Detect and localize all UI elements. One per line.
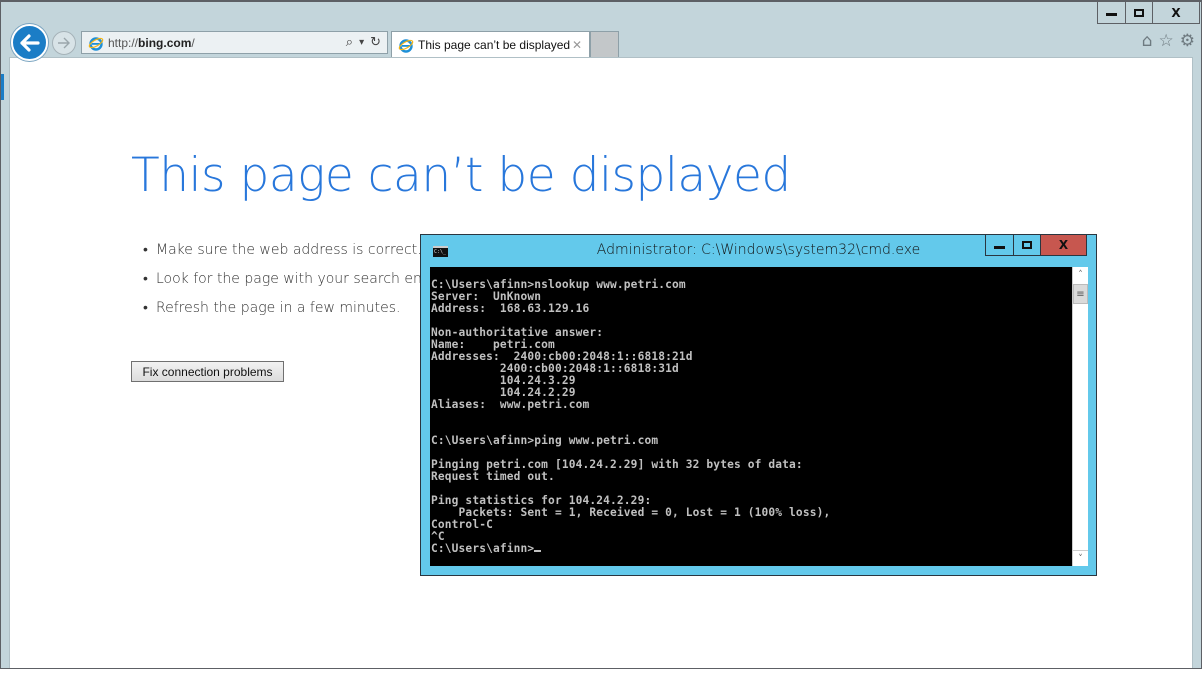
cmd-window-controls: X	[985, 235, 1087, 256]
cmd-console[interactable]: C:\Users\afinn>nslookup www.petri.com Se…	[430, 267, 1072, 566]
back-arrow-icon	[19, 33, 40, 52]
forward-button[interactable]	[52, 31, 76, 55]
minimize-icon	[1106, 13, 1117, 16]
tab-title: This page can’t be displayed	[418, 37, 571, 52]
new-tab-button[interactable]	[590, 31, 619, 57]
home-icon[interactable]: ⌂	[1142, 32, 1153, 50]
fix-connection-button[interactable]: Fix connection problems	[131, 361, 284, 382]
scroll-up-icon[interactable]: ˄	[1073, 267, 1088, 283]
scroll-thumb[interactable]: ≡	[1073, 284, 1088, 304]
address-bar[interactable]: http://bing.com/ ⌕ ▾ ↻	[81, 31, 388, 54]
address-path: /	[191, 35, 195, 50]
tab-close-icon[interactable]: ✕	[572, 38, 582, 52]
cmd-titlebar[interactable]: C:\_ Administrator: C:\Windows\system32\…	[421, 235, 1096, 267]
scroll-down-icon[interactable]: ˅	[1073, 550, 1088, 566]
tip-item: Make sure the web address is correct.	[143, 240, 456, 269]
ie-logo-icon	[88, 36, 104, 51]
ie-logo-icon	[398, 38, 414, 53]
console-output: C:\Users\afinn>nslookup www.petri.com Se…	[431, 278, 831, 555]
taskbar-strip	[0, 668, 1202, 678]
cmd-maximize-button[interactable]	[1013, 235, 1040, 255]
text-cursor	[534, 550, 542, 552]
address-domain: bing.com	[138, 35, 192, 50]
tip-item: Refresh the page in a few minutes.	[143, 298, 456, 327]
cmd-close-button[interactable]: X	[1040, 235, 1086, 255]
back-button[interactable]	[11, 24, 48, 61]
favorites-star-icon[interactable]: ☆	[1159, 32, 1174, 50]
minimize-button[interactable]	[1098, 2, 1125, 23]
forward-arrow-icon	[58, 37, 70, 49]
cmd-window[interactable]: C:\_ Administrator: C:\Windows\system32\…	[420, 234, 1097, 576]
page-title: This page can’t be displayed	[131, 148, 791, 203]
tip-item: Look for the page with your search engin…	[143, 269, 456, 298]
tips-list: Make sure the web address is correct. Lo…	[143, 240, 456, 327]
cmd-minimize-button[interactable]	[986, 235, 1013, 255]
tab-active[interactable]: This page can’t be displayed ✕	[391, 31, 590, 57]
close-button[interactable]: X	[1152, 2, 1199, 23]
maximize-icon	[1134, 8, 1144, 17]
address-input[interactable]: http://bing.com/	[108, 36, 346, 50]
cmd-scrollbar[interactable]: ˄ ≡ ˅	[1072, 267, 1088, 566]
maximize-button[interactable]	[1125, 2, 1152, 23]
maximize-icon	[1022, 241, 1032, 249]
search-icon[interactable]: ⌕	[346, 35, 353, 50]
address-scheme: http://	[108, 35, 139, 50]
tools-gear-icon[interactable]: ⚙	[1180, 32, 1195, 50]
left-edge-accent	[1, 74, 4, 100]
dropdown-icon[interactable]: ▾	[359, 37, 364, 48]
window-controls: X	[1097, 2, 1200, 24]
minimize-icon	[994, 245, 1005, 249]
refresh-icon[interactable]: ↻	[370, 35, 381, 50]
